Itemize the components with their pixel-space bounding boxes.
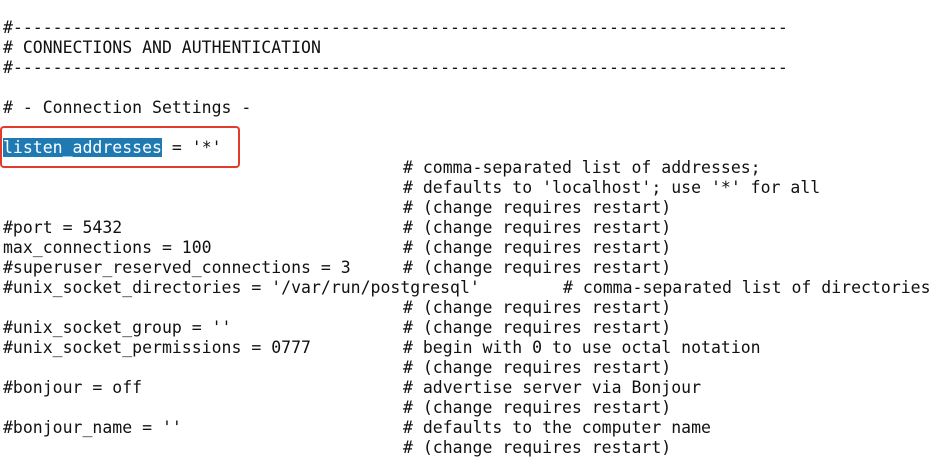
comment-superuser: # (change requires restart) xyxy=(403,258,672,277)
setting-max-connections: max_connections = 100 xyxy=(3,238,212,257)
setting-port: #port = 5432 xyxy=(3,218,123,237)
setting-bonjour: #bonjour = off xyxy=(3,378,143,397)
comment-bonjour-name-2: # (change requires restart) xyxy=(403,438,672,457)
comment-listen-3: # (change requires restart) xyxy=(403,198,672,217)
comment-bonjour: # advertise server via Bonjour xyxy=(403,378,702,397)
header-title: # CONNECTIONS AND AUTHENTICATION xyxy=(3,38,321,57)
setting-unix-socket-permissions: #unix_socket_permissions = 0777 xyxy=(3,338,311,357)
setting-unix-socket-group: #unix_socket_group = '' xyxy=(3,318,232,337)
text-editor[interactable]: #---------------------------------------… xyxy=(0,0,945,467)
annotation-highlight-box xyxy=(0,126,240,168)
comment-max-connections: # (change requires restart) xyxy=(403,238,672,257)
comment-listen-1: # comma-separated list of addresses; xyxy=(403,158,761,177)
comment-bonjour-name: # defaults to the computer name xyxy=(403,418,711,437)
comment-unix-socket-permissions: # begin with 0 to use octal notation xyxy=(403,338,761,357)
setting-bonjour-name: #bonjour_name = '' xyxy=(3,418,182,437)
header-rule-bottom: #---------------------------------------… xyxy=(3,58,788,77)
comment-port: # (change requires restart) xyxy=(403,218,672,237)
comment-unix-socket-directories: # comma-separated list of directories xyxy=(563,278,931,297)
comment-unix-socket-group: # (change requires restart) xyxy=(403,318,672,337)
header-rule-top: #---------------------------------------… xyxy=(3,18,788,37)
comment-unix-socket-permissions-2: # (change requires restart) xyxy=(403,358,672,377)
setting-superuser-reserved-connections: #superuser_reserved_connections = 3 xyxy=(3,258,351,277)
comment-listen-2: # defaults to 'localhost'; use '*' for a… xyxy=(403,178,821,197)
setting-unix-socket-directories: #unix_socket_directories = '/var/run/pos… xyxy=(3,278,480,297)
section-title: # - Connection Settings - xyxy=(3,98,252,117)
comment-unix-socket-directories-2: # (change requires restart) xyxy=(403,298,672,317)
comment-bonjour-2: # (change requires restart) xyxy=(403,398,672,417)
